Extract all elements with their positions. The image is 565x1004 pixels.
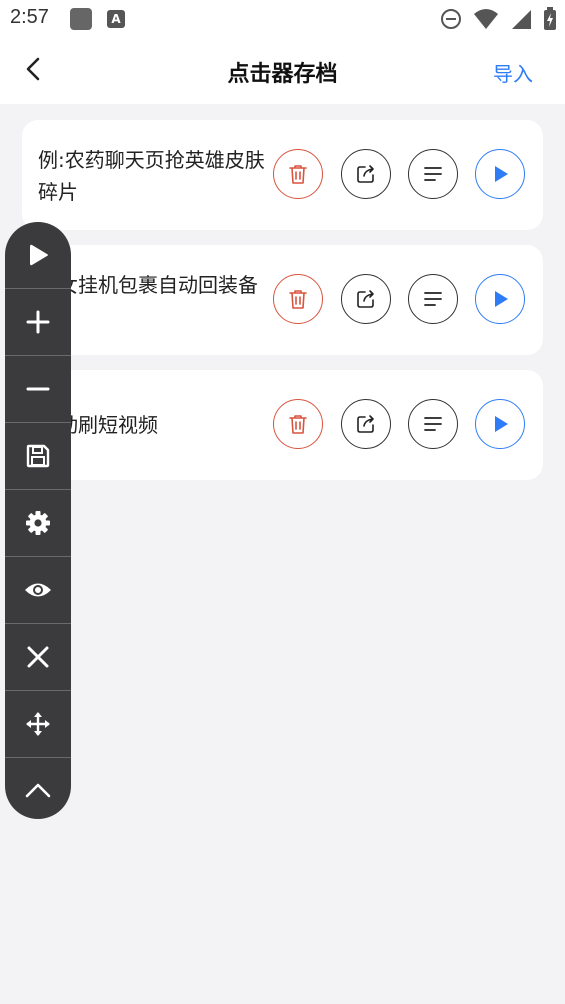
trash-icon: [289, 165, 307, 184]
list-item[interactable]: 例:农药聊天页抢英雄皮肤碎片: [22, 120, 543, 230]
list-icon: [424, 292, 442, 306]
play-icon: [495, 416, 508, 432]
close-icon: [27, 646, 49, 668]
import-button[interactable]: 导入: [493, 58, 533, 87]
page-title: 点击器存档: [227, 62, 338, 87]
list-item[interactable]: 情女挂机包裹自动回装备: [22, 245, 543, 355]
delete-button[interactable]: [273, 149, 323, 199]
toolbar-remove-button[interactable]: [5, 356, 71, 423]
status-time: 2:57: [10, 6, 49, 28]
share-button[interactable]: [341, 149, 391, 199]
app-header: 点击器存档 导入: [0, 38, 565, 104]
toolbar-close-button[interactable]: [5, 624, 71, 691]
toolbar-collapse-button[interactable]: [5, 758, 71, 819]
delete-button[interactable]: [273, 399, 323, 449]
toolbar-move-button[interactable]: [5, 691, 71, 758]
share-icon: [357, 165, 374, 183]
a-badge-icon: A: [107, 10, 125, 28]
trash-icon: [289, 290, 307, 309]
item-title: 自动刷短视频: [38, 413, 158, 437]
minus-icon: [26, 387, 50, 391]
move-icon: [26, 712, 50, 736]
toolbar-visibility-button[interactable]: [5, 557, 71, 624]
signal-icon: [511, 10, 531, 29]
play-icon: [495, 166, 508, 182]
list-icon: [424, 417, 442, 431]
toolbar-settings-button[interactable]: [5, 490, 71, 557]
details-button[interactable]: [408, 399, 458, 449]
save-icon: [26, 444, 50, 468]
item-title: 例:农药聊天页抢英雄皮肤碎片: [38, 148, 265, 204]
battery-icon: [544, 7, 556, 30]
plus-icon: [26, 310, 50, 334]
floating-toolbar: [5, 222, 71, 819]
share-icon: [357, 290, 374, 308]
play-button[interactable]: [475, 149, 525, 199]
app-square-icon: [70, 8, 92, 30]
details-button[interactable]: [408, 149, 458, 199]
status-bar: 2:57 A: [0, 0, 565, 38]
list-item[interactable]: 自动刷短视频: [22, 370, 543, 480]
toolbar-play-button[interactable]: [5, 222, 71, 289]
details-button[interactable]: [408, 274, 458, 324]
list-icon: [424, 167, 442, 181]
dnd-icon: [440, 9, 461, 29]
share-button[interactable]: [341, 274, 391, 324]
play-icon: [495, 291, 508, 307]
share-icon: [357, 415, 374, 433]
item-title: 情女挂机包裹自动回装备: [38, 273, 258, 297]
toolbar-save-button[interactable]: [5, 423, 71, 490]
eye-icon: [25, 583, 51, 597]
toolbar-add-button[interactable]: [5, 289, 71, 356]
gear-icon: [26, 511, 50, 535]
status-icons: [434, 7, 557, 31]
chevron-up-icon: [25, 783, 51, 798]
play-icon: [30, 244, 48, 266]
delete-button[interactable]: [273, 274, 323, 324]
wifi-icon: [473, 9, 498, 29]
play-button[interactable]: [475, 274, 525, 324]
share-button[interactable]: [341, 399, 391, 449]
play-button[interactable]: [475, 399, 525, 449]
trash-icon: [289, 415, 307, 434]
